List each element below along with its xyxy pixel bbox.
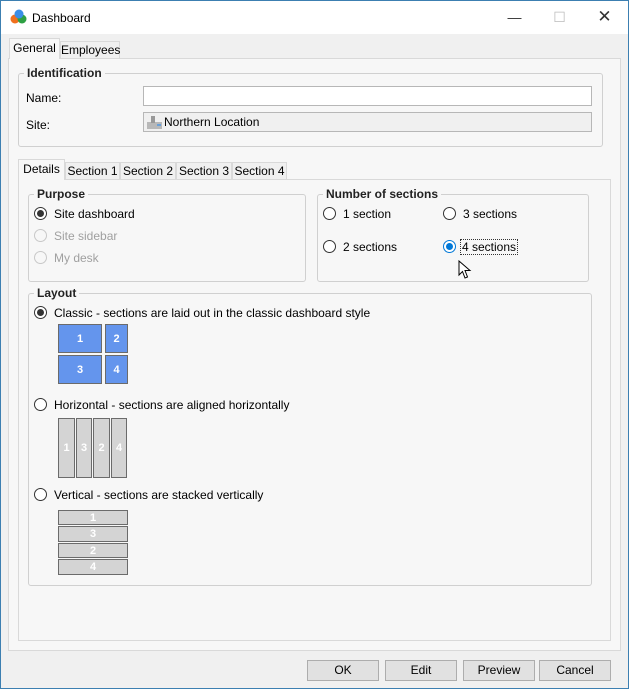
maximize-button[interactable]: ☐ bbox=[537, 1, 582, 33]
tab-employees[interactable]: Employees bbox=[60, 41, 120, 58]
four-sections-radio[interactable] bbox=[443, 240, 456, 253]
tab-label: Section 3 bbox=[178, 164, 230, 178]
minimize-button[interactable]: — bbox=[492, 1, 537, 33]
horizontal-tile-4: 4 bbox=[111, 418, 127, 478]
tab-label: Employees bbox=[61, 43, 121, 57]
vertical-tile-1: 1 bbox=[58, 510, 128, 525]
layout-vertical-radio[interactable] bbox=[34, 488, 47, 501]
tab-label: Section 4 bbox=[234, 164, 285, 178]
ok-button[interactable]: OK bbox=[307, 660, 379, 681]
cancel-button[interactable]: Cancel bbox=[539, 660, 611, 681]
tab-label: General bbox=[13, 41, 56, 55]
tab-section-4[interactable]: Section 4 bbox=[232, 162, 287, 180]
identification-heading: Identification bbox=[24, 66, 105, 80]
horizontal-tile-3: 3 bbox=[76, 418, 92, 478]
four-sections-label[interactable]: 4 sections bbox=[460, 239, 519, 255]
two-sections-radio[interactable] bbox=[323, 240, 336, 253]
one-section-radio[interactable] bbox=[323, 207, 336, 220]
horizontal-tile-2: 2 bbox=[93, 418, 110, 478]
layout-classic-label[interactable]: Classic - sections are laid out in the c… bbox=[54, 306, 370, 320]
app-icon bbox=[10, 9, 27, 24]
edit-button[interactable]: Edit bbox=[385, 660, 457, 681]
purpose-site-sidebar-radio[interactable] bbox=[34, 229, 47, 242]
purpose-site-dashboard-label[interactable]: Site dashboard bbox=[54, 207, 135, 221]
vertical-tile-4: 4 bbox=[58, 559, 128, 575]
layout-heading: Layout bbox=[34, 286, 80, 300]
tab-label: Details bbox=[23, 162, 60, 176]
tab-label: Section 2 bbox=[122, 164, 174, 178]
preview-button[interactable]: Preview bbox=[463, 660, 535, 681]
two-sections-label[interactable]: 2 sections bbox=[343, 240, 397, 254]
vertical-tile-3: 3 bbox=[58, 526, 128, 542]
window-title: Dashboard bbox=[32, 11, 91, 25]
identification-group: Identification bbox=[18, 66, 603, 147]
purpose-site-dashboard-radio[interactable] bbox=[34, 207, 47, 220]
purpose-my-desk-label[interactable]: My desk bbox=[54, 251, 99, 265]
layout-vertical-label[interactable]: Vertical - sections are stacked vertical… bbox=[54, 488, 263, 502]
purpose-site-sidebar-label[interactable]: Site sidebar bbox=[54, 229, 117, 243]
tab-details[interactable]: Details bbox=[18, 159, 65, 180]
one-section-label[interactable]: 1 section bbox=[343, 207, 391, 221]
layout-classic-radio[interactable] bbox=[34, 306, 47, 319]
name-label: Name: bbox=[26, 91, 62, 105]
horizontal-tile-1: 1 bbox=[58, 418, 75, 478]
vertical-tile-2: 2 bbox=[58, 543, 128, 558]
title-bar: Dashboard — ☐ ✕ bbox=[1, 1, 628, 34]
classic-tile-1: 1 bbox=[58, 324, 102, 353]
classic-tile-4: 4 bbox=[105, 355, 128, 384]
building-icon bbox=[147, 116, 162, 129]
close-button[interactable]: ✕ bbox=[582, 1, 627, 33]
tab-section-2[interactable]: Section 2 bbox=[120, 162, 176, 180]
layout-horizontal-label[interactable]: Horizontal - sections are aligned horizo… bbox=[54, 398, 289, 412]
site-label: Site: bbox=[26, 118, 51, 132]
sections-heading: Number of sections bbox=[323, 187, 442, 201]
tab-general[interactable]: General bbox=[9, 38, 60, 59]
tab-label: Section 1 bbox=[67, 164, 118, 178]
three-sections-radio[interactable] bbox=[443, 207, 456, 220]
name-input[interactable] bbox=[143, 86, 592, 106]
layout-horizontal-radio[interactable] bbox=[34, 398, 47, 411]
purpose-my-desk-radio[interactable] bbox=[34, 251, 47, 264]
purpose-heading: Purpose bbox=[34, 187, 89, 201]
classic-tile-3: 3 bbox=[58, 355, 102, 384]
site-value: Northern Location bbox=[164, 115, 260, 129]
mouse-cursor-icon bbox=[458, 260, 472, 279]
tab-section-1[interactable]: Section 1 bbox=[65, 162, 120, 180]
tab-section-3[interactable]: Section 3 bbox=[176, 162, 232, 180]
three-sections-label[interactable]: 3 sections bbox=[463, 207, 517, 221]
site-field[interactable]: Northern Location bbox=[143, 112, 592, 132]
classic-tile-2: 2 bbox=[105, 324, 128, 353]
